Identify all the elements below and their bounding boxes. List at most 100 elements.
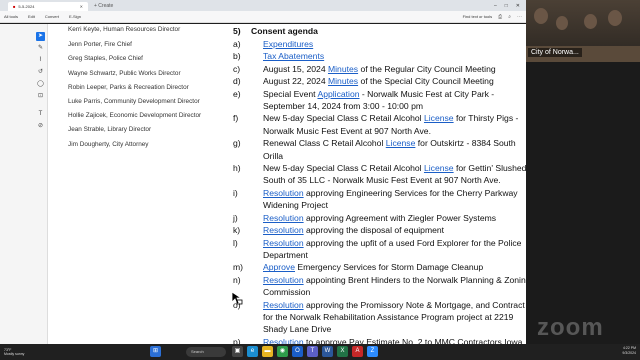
staff-item: Jenn Porter, Fire Chief [68,40,132,48]
agenda-item-letter: c) [233,63,241,74]
agenda-item: k) Resolution approving the disposal of e… [233,224,526,236]
edge-icon[interactable]: e [247,346,258,357]
participant-video[interactable]: City of Norwa... [526,0,640,62]
search-icon[interactable]: ⌕ [508,14,511,20]
highlight-tool-icon[interactable]: ⌇ [36,56,45,65]
agenda-item: h) New 5-day Special Class C Retail Alcoh… [233,162,526,187]
file-explorer-icon[interactable]: ▬ [262,346,273,357]
new-tab-button[interactable]: + Create [94,3,113,9]
more-icon[interactable]: ⋯ [517,14,522,20]
toolbar-convert[interactable]: Convert [45,14,59,19]
agenda-item: l) Resolution approving the upfit of a us… [233,237,526,262]
agenda-item-link[interactable]: Expenditures [263,39,313,49]
agenda-item-letter: l) [233,237,238,248]
agenda-item: f) New 5-day Special Class C Retail Alcoh… [233,112,526,137]
staff-list: Kerri Keyte, Human Resources Director Je… [68,26,218,155]
taskbar-apps: ⊞ [150,346,161,357]
browser-tab-bar: ■ 5-5-2024 ✕ + Create – □ ✕ [0,0,526,11]
task-view-icon[interactable]: ▣ [232,346,243,357]
agenda-item: p) Resolution to approve Pay Estimate No.… [233,336,526,344]
pdf-toolbar: All tools Edit Convert E-Sign Find text … [0,11,526,23]
excel-icon[interactable]: X [337,346,348,357]
agenda-item-link[interactable]: Minutes [328,64,358,74]
agenda-item-prefix: Special Event [263,88,318,99]
acrobat-icon[interactable]: A [352,346,363,357]
staff-item: Greg Staples, Police Chief [68,55,143,62]
agenda-title: Consent agenda [251,26,318,36]
pinned-apps: ▣ e ▬ ◉ O T W X A Z [232,346,378,357]
agenda-item: a) Expenditures [233,38,526,50]
text-tool-icon[interactable]: T [36,110,45,119]
close-tab-icon[interactable]: ✕ [80,4,83,9]
taskbar-search[interactable]: Search [186,347,226,357]
agenda-item-prefix: New 5-day Special Class C Retail Alcohol [263,163,424,174]
agenda-item-link[interactable]: Minutes [328,76,358,86]
mouse-cursor-icon [231,291,243,305]
screen: ■ 5-5-2024 ✕ + Create – □ ✕ All tools Ed… [0,0,640,360]
shape-tool-icon[interactable]: ◯ [36,80,45,89]
consent-agenda: 5) Consent agenda a) Expenditures b) Tax Ab… [233,26,526,344]
sign-tool-icon[interactable]: ⊘ [36,122,45,131]
agenda-item-link[interactable]: License [386,138,416,148]
toolbar-esign[interactable]: E-Sign [69,14,81,19]
participant-figure [534,8,548,24]
weather-desc: Mostly sunny [4,352,25,356]
browser-tab[interactable]: ■ 5-5-2024 ✕ [8,2,88,11]
agenda-item-text: approving the disposal of equipment [303,225,445,236]
agenda-item-link[interactable]: Resolution [263,300,304,310]
start-icon[interactable]: ⊞ [150,346,161,357]
agenda-item: b) Tax Abatements [233,50,526,62]
agenda-item: o)Resolution approving the Promissory No… [233,299,526,336]
agenda-item-link[interactable]: Approve [263,262,295,272]
close-window-icon[interactable]: ✕ [516,3,520,9]
agenda-item-letter: i) [233,187,238,198]
weather-widget[interactable]: 73°F Mostly sunny [0,348,40,356]
agenda-item-link[interactable]: Resolution [263,238,304,248]
zoom-watermark: zoom [537,314,604,341]
agenda-item-link[interactable]: License [424,163,454,173]
agenda-item-link[interactable]: Resolution [263,225,304,235]
agenda-item-letter: j) [233,212,238,223]
staff-item: Jean Strable, Library Director [68,126,152,133]
agenda-item: n) Resolution appointing Brent Hinders to… [233,274,526,299]
agenda-item-letter: k) [233,225,241,236]
toolbar-edit[interactable]: Edit [28,14,35,19]
chrome-icon[interactable]: ◉ [277,346,288,357]
agenda-item-link[interactable]: Tax Abatements [263,51,324,61]
agenda-item-prefix: Renewal Class C Retail Alcohol [263,138,386,149]
zoom-app-icon[interactable]: Z [367,346,378,357]
print-icon[interactable]: ⎙ [498,14,502,20]
agenda-item-prefix: New 5-day Special Class C Retail Alcohol [263,113,424,124]
agenda-item-letter: d) [233,76,241,87]
agenda-item-letter: b) [233,51,241,62]
agenda-item-link[interactable]: Application [317,89,359,99]
clock-date: 9/3/2024 [622,351,636,355]
draw-tool-icon[interactable]: ↺ [36,68,45,77]
find-field[interactable]: Find text or tools [463,14,493,19]
agenda-item-letter: a) [233,39,241,49]
agenda-item-link[interactable]: Resolution [263,337,304,344]
agenda-item-link[interactable]: Resolution [263,188,304,198]
maximize-icon[interactable]: □ [505,3,508,9]
window-controls: – □ ✕ [494,3,526,9]
toolbar-all-tools[interactable]: All tools [4,14,18,19]
pdf-document[interactable]: Kerri Keyte, Human Resources Director Je… [48,24,526,344]
staff-item: Wayne Schwartz, Public Works Director [68,69,181,77]
comment-tool-icon[interactable]: ✎ [36,44,45,53]
system-tray[interactable]: 4:22 PM 9/3/2024 [622,346,636,356]
agenda-item-link[interactable]: License [424,113,454,123]
agenda-item-letter: g) [233,138,241,149]
participant-label: City of Norwa... [528,48,582,57]
agenda-item-link[interactable]: Resolution [263,275,304,285]
agenda-item-link[interactable]: Resolution [263,213,304,223]
agenda-heading: 5) Consent agenda [233,26,526,38]
agenda-item-letter: h) [233,163,241,174]
word-icon[interactable]: W [322,346,333,357]
stamp-tool-icon[interactable]: ⊡ [36,92,45,101]
teams-icon[interactable]: T [307,346,318,357]
select-tool-icon[interactable]: ➤ [36,32,45,41]
minimize-icon[interactable]: – [494,3,497,9]
outlook-icon[interactable]: O [292,346,303,357]
pdf-icon: ■ [13,4,16,9]
participant-figure [608,10,622,26]
